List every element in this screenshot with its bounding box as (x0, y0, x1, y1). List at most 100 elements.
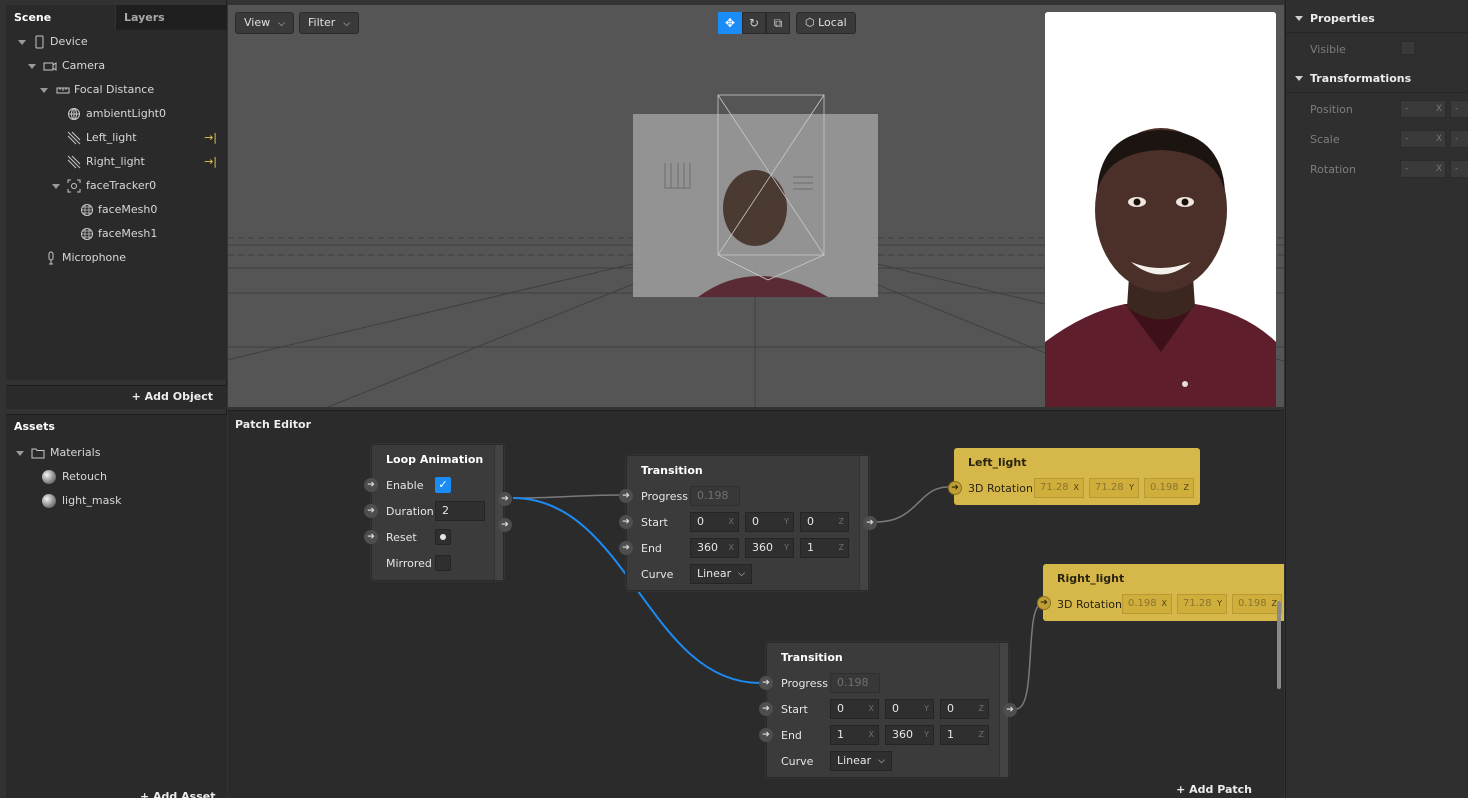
end-z-field[interactable]: 1Z (940, 725, 989, 745)
tree-item-face-mesh-0[interactable]: faceMesh0 (6, 198, 227, 222)
caret-down-icon[interactable] (52, 184, 60, 189)
input-port-icon[interactable]: ➔ (619, 541, 633, 555)
end-z-field[interactable]: 1Z (800, 538, 849, 558)
end-x-field[interactable]: 360 X (690, 538, 739, 558)
loop-animation-node[interactable]: Loop Animation ➔ Enable ✓ ➔ Duration 2 ➔… (364, 444, 512, 581)
output-port-icon[interactable]: ➔ (498, 518, 512, 532)
scale-x-value: - (1405, 134, 1409, 144)
transition-node-2[interactable]: Transition ➔ Progress 0.198 ➔ Start 0X 0… (759, 642, 1017, 778)
axis-x-label: X (1435, 164, 1442, 174)
end-y-field[interactable]: 360 Y (745, 538, 794, 558)
input-port-icon[interactable]: ➔ (1037, 596, 1051, 610)
scene-tree: Device Camera Focal Distance ambientLigh… (6, 30, 227, 380)
tab-layers[interactable]: Layers (116, 5, 227, 30)
scene-viewport[interactable]: View ⌵ Filter ⌵ ✥ ↻ ⧉ ⬡ Local (228, 5, 1284, 407)
view-dropdown[interactable]: View ⌵ (235, 12, 294, 34)
tree-item-left-light[interactable]: Left_light →| (6, 126, 227, 150)
tree-item-right-light[interactable]: Right_light →| (6, 150, 227, 174)
start-y-value: 0 (752, 515, 759, 528)
move-icon[interactable]: ✥ (718, 12, 742, 34)
tree-item-microphone[interactable]: Microphone (6, 246, 227, 270)
caret-down-icon[interactable] (16, 451, 24, 456)
add-object-button[interactable]: + Add Object (132, 390, 213, 403)
transform-gizmo-group: ✥ ↻ ⧉ (718, 12, 790, 34)
local-space-toggle[interactable]: ⬡ Local (796, 12, 856, 34)
start-z-field[interactable]: 0Z (800, 512, 849, 532)
asset-item-light-mask[interactable]: light_mask (6, 489, 227, 513)
start-x-value: 0 (697, 515, 704, 528)
input-port-icon[interactable]: ➔ (759, 728, 773, 742)
input-port-icon[interactable]: ➔ (364, 504, 378, 518)
input-port-icon[interactable]: ➔ (759, 702, 773, 716)
input-port-icon[interactable]: ➔ (759, 676, 773, 690)
rotation-x-field[interactable]: 0.198 X (1122, 594, 1172, 614)
end-y-value: 360 (752, 541, 773, 554)
tab-scene[interactable]: Scene (6, 5, 115, 30)
tree-item-face-mesh-1[interactable]: faceMesh1 (6, 222, 227, 246)
input-port-icon[interactable]: ➔ (364, 478, 378, 492)
progress-field: 0.198 (690, 486, 740, 506)
input-port-icon[interactable]: ➔ (619, 489, 633, 503)
output-port-icon[interactable]: ➔ (498, 492, 512, 506)
transformations-header[interactable]: Transformations (1286, 65, 1468, 93)
end-y-field[interactable]: 360 Y (885, 725, 934, 745)
enable-checkbox[interactable]: ✓ (435, 477, 451, 493)
rotation-y-field[interactable]: 71.28 Y (1177, 594, 1227, 614)
tree-item-focal-distance[interactable]: Focal Distance (6, 78, 227, 102)
rotation-z-field[interactable]: 0.198 Z (1144, 478, 1194, 498)
input-port-icon[interactable]: ➔ (948, 481, 962, 495)
start-y-field[interactable]: 0Y (885, 699, 934, 719)
chevron-down-icon: ⌵ (278, 19, 285, 29)
asset-item-retouch[interactable]: Retouch (6, 465, 227, 489)
transition-node-1[interactable]: Transition ➔ Progress 0.198 ➔ Start 0X 0… (619, 455, 877, 591)
input-port-icon[interactable]: ➔ (619, 515, 633, 529)
tree-item-device[interactable]: Device (6, 30, 227, 54)
add-patch-button[interactable]: + Add Patch (1176, 783, 1252, 796)
axis-x-label: X (868, 704, 874, 713)
filter-dropdown[interactable]: Filter ⌵ (299, 12, 360, 34)
end-x-field[interactable]: 1X (830, 725, 879, 745)
face-mesh-icon (81, 228, 93, 240)
caret-down-icon[interactable] (28, 64, 36, 69)
left-light-node[interactable]: Left_light ➔ 3D Rotation 71.28 X 71.28 Y 0… (948, 448, 1200, 505)
curve-value: Linear (697, 567, 732, 580)
rotation-z-field[interactable]: 0.198 Z (1232, 594, 1282, 614)
cube-icon: ⬡ (805, 16, 815, 29)
add-asset-button[interactable]: + Add Asset (140, 790, 215, 798)
input-port-icon[interactable]: ➔ (364, 530, 378, 544)
scale-icon[interactable]: ⧉ (766, 12, 790, 34)
scale-y-field: - (1450, 130, 1468, 148)
properties-header[interactable]: Properties (1286, 5, 1468, 33)
axis-x-label: X (1435, 134, 1442, 144)
output-port-icon[interactable]: ➔ (863, 516, 877, 530)
patch-bound-icon[interactable]: →| (204, 126, 217, 150)
duration-field[interactable]: 2 (435, 501, 485, 521)
start-z-field[interactable]: 0Z (940, 699, 989, 719)
rotate-icon[interactable]: ↻ (742, 12, 766, 34)
reset-pulse-button[interactable] (435, 529, 451, 545)
tree-item-camera[interactable]: Camera (6, 54, 227, 78)
patch-bound-icon[interactable]: →| (204, 150, 217, 174)
asset-item-materials[interactable]: Materials (6, 441, 227, 465)
caret-down-icon[interactable] (18, 40, 26, 45)
curve-dropdown[interactable]: Linear ⌵ (690, 564, 752, 584)
right-light-node[interactable]: Right_light ➔ 3D Rotation 0.198 X 71.28 Y … (1037, 564, 1284, 621)
mirrored-checkbox[interactable] (435, 555, 451, 571)
rotation-y-field[interactable]: 71.28 Y (1089, 478, 1139, 498)
visible-checkbox[interactable] (1401, 41, 1415, 55)
output-port-icon[interactable]: ➔ (1003, 703, 1017, 717)
node-side-handle[interactable] (494, 445, 503, 580)
start-x-field[interactable]: 0X (690, 512, 739, 532)
start-y-value: 0 (892, 702, 899, 715)
rotation-x-field[interactable]: 71.28 X (1034, 478, 1084, 498)
curve-dropdown[interactable]: Linear ⌵ (830, 751, 892, 771)
start-y-field[interactable]: 0Y (745, 512, 794, 532)
position-y-field: - (1450, 100, 1468, 118)
tree-item-face-tracker[interactable]: faceTracker0 (6, 174, 227, 198)
patch-editor[interactable]: Patch Editor Loop Animation ➔ Enable ✓ ➔… (228, 410, 1284, 798)
start-x-field[interactable]: 0X (830, 699, 879, 719)
tree-item-ambient-light[interactable]: ambientLight0 (6, 102, 227, 126)
caret-down-icon[interactable] (40, 88, 48, 93)
left-panel: Scene Layers Device Camera Focal Distanc… (0, 0, 227, 798)
patch-editor-scrollbar[interactable] (1277, 601, 1281, 689)
